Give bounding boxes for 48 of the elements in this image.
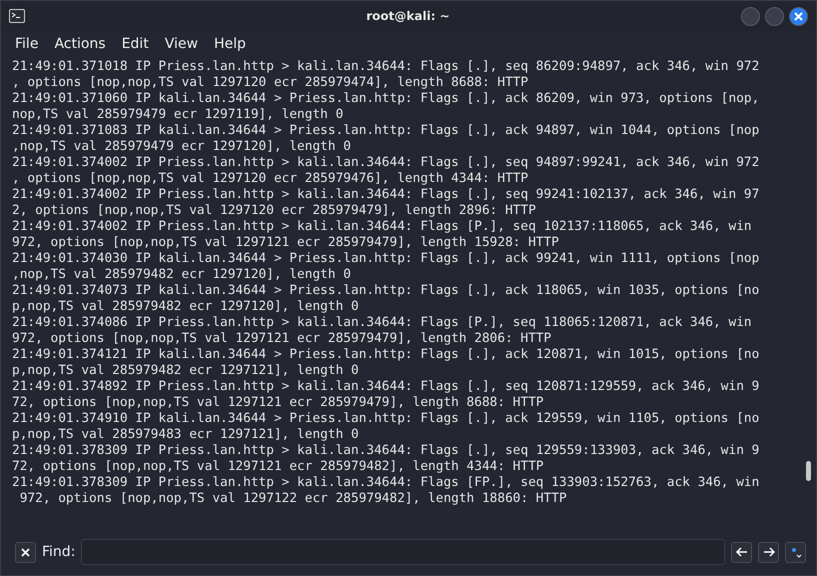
terminal-icon: [9, 9, 25, 23]
close-icon: [21, 548, 30, 556]
find-label: Find:: [42, 544, 76, 560]
scrollbar-thumb[interactable]: [806, 461, 811, 481]
terminal-line: nop,TS val 285979479 ecr 1297119], length 0: [12, 107, 344, 123]
find-field[interactable]: [81, 539, 725, 565]
options-icon: [790, 546, 802, 558]
terminal-line: 21:49:01.371083 IP kali.lan.34644 > Priess.lan.http: Flags [.], ack 94897, win 1044, options [nop: [12, 123, 760, 139]
terminal-line: ,nop,TS val 285979482 ecr 1297120], length 0: [12, 267, 351, 283]
terminal-line: 72, options [nop,nop,TS val 1297121 ecr 285979479], length 8688: HTTP: [12, 395, 544, 411]
terminal-line: , options [nop,nop,TS val 1297120 ecr 285979474], length 8688: HTTP: [12, 75, 528, 91]
terminal-line: 2, options [nop,nop,TS val 1297120 ecr 285979479], length 2896: HTTP: [12, 203, 536, 219]
terminal-line: , options [nop,nop,TS val 1297120 ecr 285979476], length 4344: HTTP: [12, 171, 528, 187]
terminal-line: 972, options [nop,nop,TS val 1297121 ecr 285979479], length 15928: HTTP: [12, 235, 560, 251]
menu-item[interactable]: Actions: [46, 36, 114, 52]
next-button[interactable]: [758, 542, 779, 562]
close-find-button[interactable]: [15, 542, 36, 562]
terminal-line: p,nop,TS val 285979482 ecr 1297121], length 0: [12, 363, 359, 379]
close-icon: [794, 12, 803, 20]
terminal-line: 21:49:01.378309 IP Priess.lan.http > kali.lan.34644: Flags [FP.], seq 133903:152763, ack 346, win: [12, 475, 760, 491]
window-title: root@kali: ~: [365, 9, 451, 23]
terminal-line: 21:49:01.374121 IP kali.lan.34644 > Priess.lan.http: Flags [.], ack 120871, win 1015, options [no: [12, 347, 760, 363]
terminal-line: 972, options [nop,nop,TS val 1297121 ecr 285979479], length 2806: HTTP: [12, 331, 552, 347]
terminal-line: 21:49:01.374073 IP kali.lan.34644 > Priess.lan.http: Flags [.], ack 118065, win 1035, options [no: [12, 283, 760, 299]
terminal-line: 21:49:01.374002 IP Priess.lan.http > kali.lan.34644: Flags [P.], seq 102137:118065, ack 346, win: [12, 219, 752, 235]
menu-item[interactable]: View: [156, 36, 206, 52]
terminal-line: 21:49:01.378309 IP Priess.lan.http > kali.lan.34644: Flags [.], seq 129559:133903, ack 346, win 9: [12, 443, 760, 459]
terminal-line: 21:49:01.374002 IP Priess.lan.http > kali.lan.34644: Flags [.], seq 99241:102137, ack 346, win 97: [12, 187, 760, 203]
previous-button[interactable]: [731, 542, 752, 562]
terminal-line: 72, options [nop,nop,TS val 1297121 ecr 285979482], length 4344: HTTP: [12, 459, 544, 475]
terminal-line: ,nop,TS val 285979479 ecr 1297120], length 0: [12, 139, 351, 155]
menu-item[interactable]: File: [7, 36, 46, 52]
terminal-line: 21:49:01.374086 IP Priess.lan.http > kali.lan.34644: Flags [P.], seq 118065:120871, ack 346, win: [12, 315, 752, 331]
close-button[interactable]: [789, 6, 808, 26]
terminal-line: p,nop,TS val 285979482 ecr 1297120], length 0: [12, 299, 359, 315]
menu-item[interactable]: Help: [206, 36, 254, 52]
right-arrow-icon: [762, 547, 774, 557]
terminal-line: 21:49:01.374002 IP Priess.lan.http > kali.lan.34644: Flags [.], seq 94897:99241, ack 346, win 972: [12, 155, 760, 171]
terminal-line: 21:49:01.374892 IP Priess.lan.http > kali.lan.34644: Flags [.], seq 120871:129559, ack 346, win 9: [12, 379, 760, 395]
menu-item[interactable]: Edit: [114, 36, 157, 52]
terminal-line: 21:49:01.374030 IP kali.lan.34644 > Priess.lan.http: Flags [.], ack 99241, win 1111, options [nop: [12, 251, 760, 267]
terminal-line: 21:49:01.371060 IP kali.lan.34644 > Priess.lan.http: Flags [.], ack 86209, win 973, options [nop,: [12, 91, 760, 107]
terminal-line: 972, options [nop,nop,TS val 1297122 ecr 285979482], length 18860: HTTP: [18, 491, 567, 507]
terminal-line: p,nop,TS val 285979483 ecr 1297121], length 0: [12, 427, 359, 443]
options-button[interactable]: [785, 542, 806, 562]
terminal-line: 21:49:01.374910 IP kali.lan.34644 > Priess.lan.http: Flags [.], ack 129559, win 1105, options [no: [12, 411, 760, 427]
terminal-line: 21:49:01.371018 IP Priess.lan.http > kali.lan.34644: Flags [.], seq 86209:94897, ack 346, win 972: [12, 59, 760, 75]
left-arrow-icon: [736, 547, 748, 557]
